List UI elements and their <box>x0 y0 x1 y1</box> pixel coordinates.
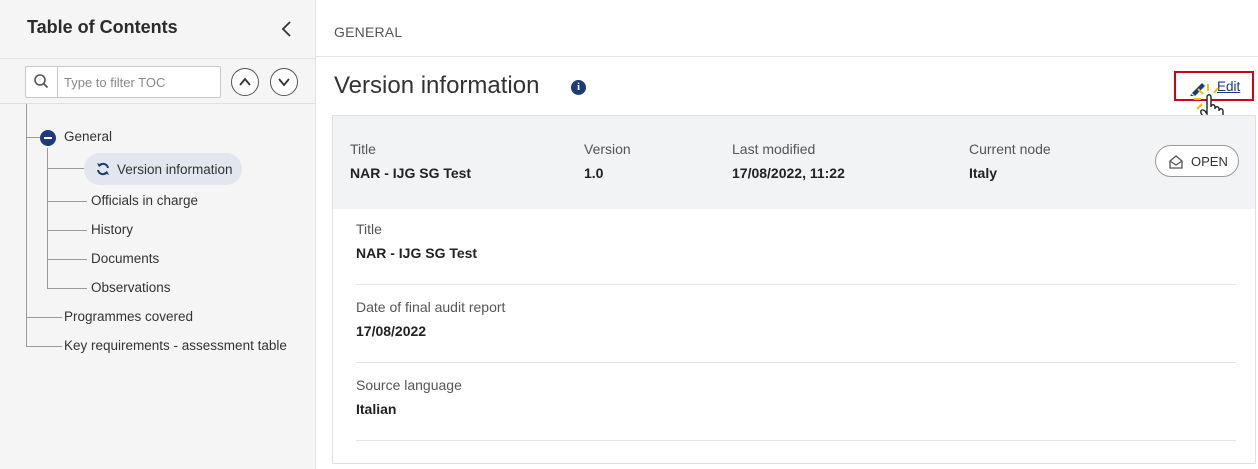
toc-item-observations[interactable]: Observations <box>91 280 171 295</box>
toc-item-officials-in-charge[interactable]: Officials in charge <box>91 193 198 208</box>
field-source-language: Source language Italian <box>356 377 1236 441</box>
tree-line <box>47 168 84 169</box>
version-card: Title NAR - IJG SG Test Version 1.0 Last… <box>332 115 1256 464</box>
toc-item-history[interactable]: History <box>91 222 133 237</box>
refresh-icon <box>96 162 110 179</box>
status-label: OPEN <box>1191 154 1228 169</box>
toc-sidebar: Table of Contents General <box>0 0 316 469</box>
status-badge: OPEN <box>1155 145 1239 177</box>
field-title-value: NAR - IJG SG Test <box>356 245 478 261</box>
summary-title-label: Title <box>350 141 376 157</box>
toc-item-version-information-label[interactable]: Version information <box>117 162 233 177</box>
tree-line <box>26 317 62 318</box>
main-content: GENERAL Version information i Edit Title… <box>316 0 1258 469</box>
chevron-down-icon[interactable] <box>270 68 298 96</box>
summary-title-value: NAR - IJG SG Test <box>350 165 472 181</box>
summary-node-label: Current node <box>969 141 1051 157</box>
field-audit-date-label: Date of final audit report <box>356 299 506 315</box>
tree-line <box>26 137 40 138</box>
toc-filter-input[interactable] <box>64 73 214 91</box>
toc-title: Table of Contents <box>27 17 178 37</box>
tree-line <box>47 148 48 288</box>
tree-line <box>47 259 87 260</box>
tree-line <box>26 104 27 346</box>
field-title-label: Title <box>356 221 382 237</box>
field-source-language-label: Source language <box>356 377 462 393</box>
version-summary: Title NAR - IJG SG Test Version 1.0 Last… <box>333 116 1255 209</box>
tree-line <box>26 346 62 347</box>
info-icon[interactable]: i <box>571 80 586 95</box>
chevron-left-icon[interactable] <box>280 20 296 40</box>
toc-filter-box <box>25 66 221 98</box>
toc-item-documents[interactable]: Documents <box>91 251 159 266</box>
field-audit-date: Date of final audit report 17/08/2022 <box>356 299 1236 363</box>
toc-item-key-requirements[interactable]: Key requirements - assessment table <box>64 338 287 353</box>
divider <box>316 56 1258 57</box>
page-title: Version information <box>334 72 540 99</box>
summary-version-label: Version <box>584 141 631 157</box>
summary-node-value: Italy <box>969 165 998 181</box>
summary-modified-value: 17/08/2022, 11:22 <box>732 165 845 181</box>
tree-line <box>47 230 87 231</box>
field-title: Title NAR - IJG SG Test <box>356 221 1236 285</box>
tree-line <box>47 201 87 202</box>
field-source-language-value: Italian <box>356 401 397 417</box>
field-audit-date-value: 17/08/2022 <box>356 323 427 339</box>
summary-version-value: 1.0 <box>584 165 604 181</box>
minus-circle-icon[interactable] <box>40 130 56 146</box>
toc-item-general[interactable]: General <box>64 129 112 144</box>
chevron-up-icon[interactable] <box>231 68 259 96</box>
search-icon <box>26 67 58 97</box>
envelope-open-icon <box>1169 155 1183 169</box>
toc-item-programmes-covered[interactable]: Programmes covered <box>64 309 193 324</box>
toc-filter-row <box>0 58 316 104</box>
breadcrumb: GENERAL <box>334 24 403 40</box>
tree-line <box>47 288 87 289</box>
summary-modified-label: Last modified <box>732 141 816 157</box>
